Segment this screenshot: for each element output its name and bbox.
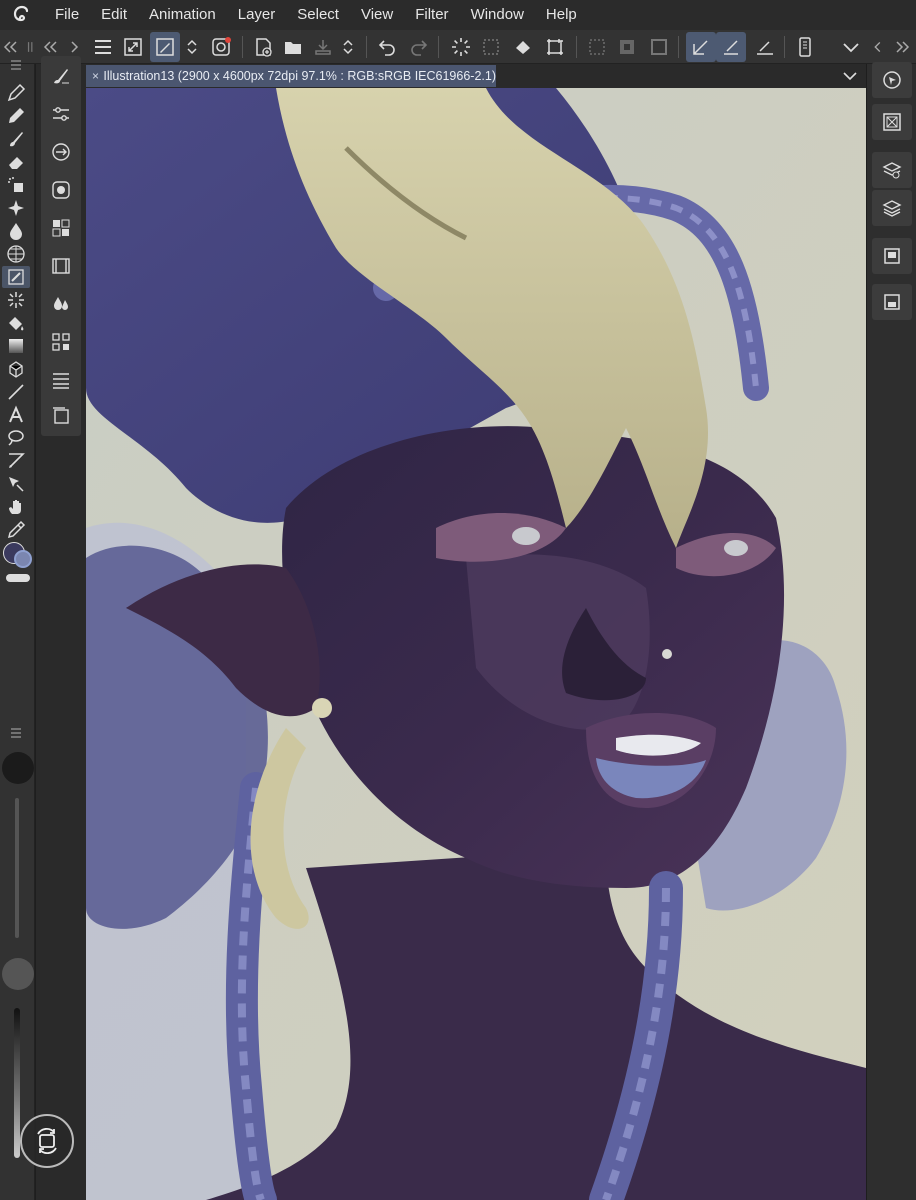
menu-window[interactable]: Window: [460, 0, 535, 30]
opacity-slider[interactable]: [14, 1008, 20, 1158]
artwork-portrait: [86, 88, 866, 1200]
close-tab-icon[interactable]: ×: [92, 69, 103, 83]
menu-bar: File Edit Animation Layer Select View Fi…: [0, 0, 916, 30]
sub-tool-brush-icon[interactable]: [47, 62, 75, 90]
brush-size-slider[interactable]: [15, 798, 19, 938]
new-file-icon[interactable]: [248, 32, 278, 62]
eraser-tool-icon[interactable]: [2, 151, 30, 173]
edit-brush-icon[interactable]: [150, 32, 180, 62]
chevron-down-icon[interactable]: [840, 66, 860, 86]
figure-tool-icon[interactable]: [2, 358, 30, 380]
operation-tool-icon[interactable]: [2, 266, 30, 288]
up-down-arrows-icon[interactable]: [336, 32, 360, 62]
brush-tool-icon[interactable]: [2, 128, 30, 150]
palette-menu-icon[interactable]: [6, 726, 26, 740]
approximate-color-icon[interactable]: [47, 290, 75, 318]
menu-file[interactable]: File: [44, 0, 90, 30]
menu-select[interactable]: Select: [286, 0, 350, 30]
sub-view-icon[interactable]: [872, 104, 912, 140]
undo-icon[interactable]: [372, 32, 402, 62]
auto-select-tool-icon[interactable]: [2, 289, 30, 311]
lasso-tool-icon[interactable]: [2, 427, 30, 449]
layer-search-icon[interactable]: [872, 152, 912, 188]
fill-tool-icon[interactable]: [2, 312, 30, 334]
text-tool-icon[interactable]: [2, 404, 30, 426]
fit-window-icon[interactable]: [118, 32, 148, 62]
sub-color-swatch[interactable]: [14, 550, 32, 568]
clip-studio-logo-icon[interactable]: [0, 0, 44, 30]
clip-studio-sync-icon[interactable]: [206, 32, 236, 62]
history-icon[interactable]: [47, 402, 75, 430]
gradient-tool-icon[interactable]: [2, 335, 30, 357]
rotate-sync-icon[interactable]: [20, 1114, 74, 1168]
open-folder-icon[interactable]: [278, 32, 308, 62]
hand-tool-icon[interactable]: [2, 496, 30, 518]
auto-action-icon[interactable]: [872, 284, 912, 320]
save-icon[interactable]: [308, 32, 338, 62]
menu-edit[interactable]: Edit: [90, 0, 138, 30]
material-icon[interactable]: [872, 238, 912, 274]
clear-selection-icon[interactable]: [476, 32, 506, 62]
layer-property-icon[interactable]: [47, 366, 75, 394]
crop-icon[interactable]: [540, 32, 570, 62]
menu-animation[interactable]: Animation: [138, 0, 227, 30]
navigator-icon[interactable]: [47, 328, 75, 356]
selection-outline-icon[interactable]: [582, 32, 612, 62]
opacity-dot[interactable]: [2, 958, 34, 990]
selection-border-icon[interactable]: [644, 32, 674, 62]
color-swatch[interactable]: [3, 542, 33, 572]
right-panel-dock: [866, 62, 916, 1200]
drawing-canvas[interactable]: [86, 88, 866, 1200]
redo-icon[interactable]: [404, 32, 434, 62]
document-title: Illustration13 (2900 x 4600px 72dpi 97.1…: [103, 69, 496, 83]
hamburger-menu-icon[interactable]: [88, 32, 118, 62]
smartphone-icon[interactable]: [790, 32, 820, 62]
up-down-arrows-icon[interactable]: [180, 32, 204, 62]
tool-property-icon[interactable]: [47, 100, 75, 128]
document-tab[interactable]: × Illustration13 (2900 x 4600px 72dpi 97…: [86, 65, 496, 87]
pen-tool-icon[interactable]: [2, 82, 30, 104]
pencil-tool-icon[interactable]: [2, 105, 30, 127]
transparent-color-toggle[interactable]: [6, 574, 30, 582]
palette-menu-icon[interactable]: [2, 54, 30, 76]
expand-right-icon[interactable]: [890, 32, 914, 62]
document-tab-row: × Illustration13 (2900 x 4600px 72dpi 97…: [86, 64, 866, 88]
grid-tool-icon[interactable]: [2, 243, 30, 265]
invert-selection-icon[interactable]: [612, 32, 642, 62]
color-set-icon[interactable]: [47, 214, 75, 242]
ruler-snap-icon[interactable]: [750, 32, 780, 62]
brush-size-icon[interactable]: [47, 138, 75, 166]
fill-bucket-icon[interactable]: [508, 32, 538, 62]
decoration-tool-icon[interactable]: [2, 197, 30, 219]
layers-icon[interactable]: [872, 190, 912, 226]
chevron-down-icon[interactable]: [836, 32, 866, 62]
menu-help[interactable]: Help: [535, 0, 588, 30]
sub-tool-column: [36, 56, 86, 718]
correct-line-tool-icon[interactable]: [2, 450, 30, 472]
brush-ruler-icon[interactable]: [716, 32, 746, 62]
tool-palette: [0, 60, 35, 718]
color-circle-icon[interactable]: [47, 176, 75, 204]
collapse-left-icon[interactable]: [868, 32, 888, 62]
sub-tool-panel: [41, 56, 81, 436]
eyedropper-tool-icon[interactable]: [2, 519, 30, 541]
line-tool-icon[interactable]: [2, 381, 30, 403]
command-bar: [0, 30, 916, 64]
menu-filter[interactable]: Filter: [404, 0, 459, 30]
pen-ruler-icon[interactable]: [686, 32, 716, 62]
navigator-icon[interactable]: [872, 62, 912, 98]
loading-spinner-icon[interactable]: [446, 32, 476, 62]
menu-view[interactable]: View: [350, 0, 404, 30]
timeline-icon[interactable]: [47, 252, 75, 280]
brush-size-dot[interactable]: [2, 752, 34, 784]
object-select-tool-icon[interactable]: [2, 473, 30, 495]
airbrush-tool-icon[interactable]: [2, 174, 30, 196]
blend-tool-icon[interactable]: [2, 220, 30, 242]
menu-layer[interactable]: Layer: [227, 0, 287, 30]
